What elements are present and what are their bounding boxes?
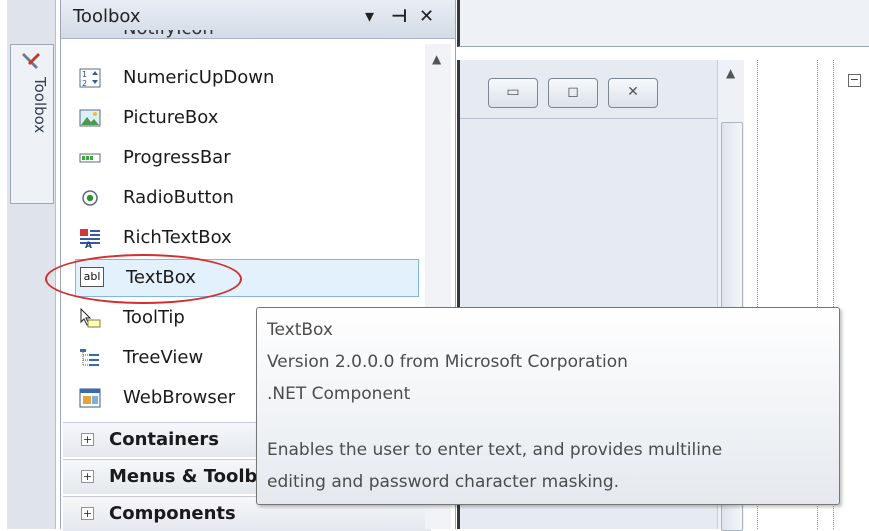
toolbox-item-progressbar[interactable]: ProgressBar (73, 140, 417, 176)
minimize-button[interactable]: ▭ (488, 78, 538, 108)
collapse-minus-icon[interactable]: − (848, 74, 861, 87)
toolbox-item-picturebox[interactable]: PictureBox (73, 100, 417, 136)
toolbox-item-numericupdown[interactable]: 1 2 NumericUpDown (73, 60, 417, 96)
svg-text:2: 2 (82, 79, 87, 88)
window-position-dropdown-icon[interactable]: ▾ (365, 6, 374, 27)
textbox-icon: abl (80, 267, 104, 287)
tooltip-component-type: .NET Component (267, 384, 411, 404)
progressbar-icon (79, 153, 101, 163)
tooltip-version: Version 2.0.0.0 from Microsoft Corporati… (267, 352, 628, 372)
toolbox-item-label: NumericUpDown (123, 67, 275, 88)
toolbox-title: Toolbox (73, 6, 141, 27)
toolbox-item-richtextbox[interactable]: A RichTextBox (73, 220, 417, 256)
toolbox-item-label: RichTextBox (123, 227, 232, 248)
picturebox-icon (79, 109, 101, 127)
expand-plus-icon[interactable]: + (81, 507, 94, 520)
toolbox-item-textbox[interactable]: abl TextBox (75, 259, 419, 297)
webbrowser-icon (79, 388, 101, 408)
tooltip-title: TextBox (267, 320, 333, 340)
list-item-partial[interactable]: NotifyIcon (81, 30, 401, 44)
form-caption-divider (460, 118, 718, 119)
tooltip-icon (80, 308, 101, 328)
textbox-tooltip: TextBox Version 2.0.0.0 from Microsoft C… (256, 307, 840, 505)
toolbox-item-label: TreeView (123, 347, 204, 368)
numeric-updown-icon: 1 2 (79, 68, 101, 88)
toolbox-item-label: ToolTip (123, 307, 185, 328)
toolbox-side-tab-label: Toolbox (31, 77, 49, 134)
auto-hide-strip: Toolbox (0, 0, 60, 529)
designer-top-bar (457, 0, 869, 47)
maximize-button[interactable]: ◻ (548, 78, 598, 108)
expand-plus-icon[interactable]: + (81, 470, 94, 483)
expand-plus-icon[interactable]: + (81, 433, 94, 446)
toolbox-item-label: RadioButton (123, 187, 234, 208)
auto-hide-pin-icon[interactable]: ⊣ (391, 6, 407, 27)
svg-text:1: 1 (82, 70, 87, 79)
toolbox-category-label: Containers (109, 429, 219, 450)
toolbox-side-tab[interactable]: Toolbox (10, 44, 54, 204)
toolbox-category-label: Components (109, 503, 236, 524)
toolbox-item-label: PictureBox (123, 107, 219, 128)
tooltip-description-line2: editing and password character masking. (267, 472, 620, 492)
tooltip-description-line1: Enables the user to enter text, and prov… (267, 440, 723, 460)
toolbox-item-label: WebBrowser (123, 387, 236, 408)
toolbox-item-label: ProgressBar (123, 147, 231, 168)
scroll-up-arrow-icon[interactable]: ▲ (432, 52, 441, 66)
radiobutton-icon (82, 190, 98, 206)
treeview-icon (80, 349, 99, 366)
toolbox-item-label: TextBox (126, 267, 196, 288)
list-item-partial-label: NotifyIcon (123, 30, 214, 39)
toolbox-item-radiobutton[interactable]: RadioButton (73, 180, 417, 216)
close-button[interactable]: ✕ (608, 78, 658, 108)
toolbox-tools-icon (22, 53, 40, 69)
close-icon[interactable]: ✕ (419, 6, 434, 27)
svg-text:A: A (85, 241, 92, 248)
scroll-up-arrow-icon[interactable]: ▲ (726, 66, 735, 80)
richtextbox-icon: A (80, 229, 100, 248)
